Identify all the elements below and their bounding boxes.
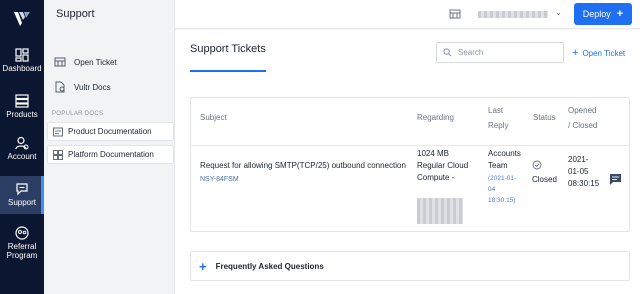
opened-line: 01-05 [568,167,589,176]
open-ticket-link[interactable]: + Open Ticket [572,47,625,59]
column-header-opened[interactable]: Opened / Closed [568,105,597,132]
reply-line: Accounts [488,149,521,158]
ticket-subject[interactable]: Request for allowing SMTP(TCP/25) outbou… [200,160,412,172]
header-divider [191,145,629,146]
title-underline [190,70,266,72]
check-circle-icon [532,160,542,170]
ticket-regarding: 1024 MB Regular Cloud Compute - [417,148,468,184]
ticket-reply-date: (2021-01- 04 18:30:15) [488,173,516,206]
chat-icon[interactable] [609,173,622,186]
ticket-opened: 2021- 01-05 08:30:15 [568,154,599,190]
deploy-button[interactable]: Deploy + [574,3,632,25]
column-header-last-reply[interactable]: Last Reply [488,105,508,132]
reply-line: Team [488,161,508,170]
opened-line: 08:30:15 [568,179,600,188]
support-icon [16,183,28,196]
nav-label-support: Support [7,198,37,207]
column-header-regarding[interactable]: Regarding [417,112,454,124]
docs-icon [55,81,65,93]
nav-label-products: Products [6,110,38,119]
header-line: / Closed [568,121,598,130]
sidebar-link-label: Vultr Docs [74,82,111,92]
sidebar-title: Support [56,8,95,20]
regarding-line: Compute - [417,173,455,182]
ticket-icon [54,57,66,67]
support-sidebar: Support Open Ticket Vultr Docs POPULAR D… [44,0,175,294]
regarding-line: Regular Cloud [417,161,469,170]
vultr-logo-icon[interactable] [12,10,32,28]
search-icon [443,48,452,57]
column-header-subject[interactable]: Subject [200,112,227,124]
opened-line: 2021- [568,155,589,164]
dashboard-icon [15,48,29,62]
nav-label-account: Account [7,152,37,161]
ticket-status: Closed [532,175,557,184]
regarding-line: 1024 MB [417,149,450,158]
search-input[interactable] [458,48,558,57]
reply-date-line: 18:30:15) [488,197,516,204]
page-title: Support Tickets [190,43,266,55]
column-header-status[interactable]: Status [533,112,556,124]
faq-accordion[interactable]: + Frequently Asked Questions [190,251,630,281]
nav-item-referral[interactable]: Referral Program [0,224,44,264]
header-line: Opened [568,106,597,115]
server-name-redacted [417,198,463,224]
account-name-redacted[interactable] [478,11,548,18]
reply-date-line: (2021-01- [488,175,517,182]
reply-date-line: 04 [488,186,496,193]
faq-label: Frequently Asked Questions [215,261,324,271]
nav-item-dashboard[interactable]: Dashboard [0,46,44,80]
header-line: Last [488,106,504,115]
main-nav: Dashboard Products Account Support Refer… [0,0,44,294]
sidebar-link-vultr-docs[interactable]: Vultr Docs [54,78,111,96]
plus-icon: + [616,8,624,20]
search-box[interactable] [436,42,564,63]
sidebar-link-open-ticket[interactable]: Open Ticket [54,53,117,71]
doc-card-product[interactable]: Product Documentation [47,122,174,141]
ticket-icon[interactable] [449,8,461,20]
top-bar: ⌄ Deploy + [175,0,640,29]
deploy-label: Deploy [582,9,611,19]
sidebar-link-label: Open Ticket [74,57,117,67]
nav-item-products[interactable]: Products [0,92,44,126]
nav-item-account[interactable]: Account [0,134,44,168]
product-doc-icon [53,127,63,136]
referral-icon [15,226,29,240]
chevron-down-icon[interactable]: ⌄ [555,8,562,17]
products-icon [15,94,29,108]
plus-icon: + [572,47,579,59]
main-content: Support Tickets + Open Ticket Subject Re… [175,30,640,294]
account-icon [15,136,29,150]
doc-card-label: Platform Documentation [68,150,154,159]
nav-label-referral: Referral Program [6,242,38,260]
doc-card-platform[interactable]: Platform Documentation [47,145,174,164]
tickets-table: Subject Regarding Last Reply Status Open… [190,97,630,232]
popular-docs-heading: POPULAR DOCS [52,111,104,117]
doc-card-label: Product Documentation [68,127,152,136]
nav-label-dashboard: Dashboard [2,64,42,73]
open-ticket-label: Open Ticket [582,48,626,58]
nav-item-support[interactable]: Support [0,176,44,214]
plus-icon: + [199,258,207,274]
header-line: Reply [488,121,509,130]
platform-doc-icon [53,149,63,160]
ticket-id[interactable]: NSY-84FSM [200,174,239,186]
ticket-last-reply: Accounts Team [488,148,521,172]
